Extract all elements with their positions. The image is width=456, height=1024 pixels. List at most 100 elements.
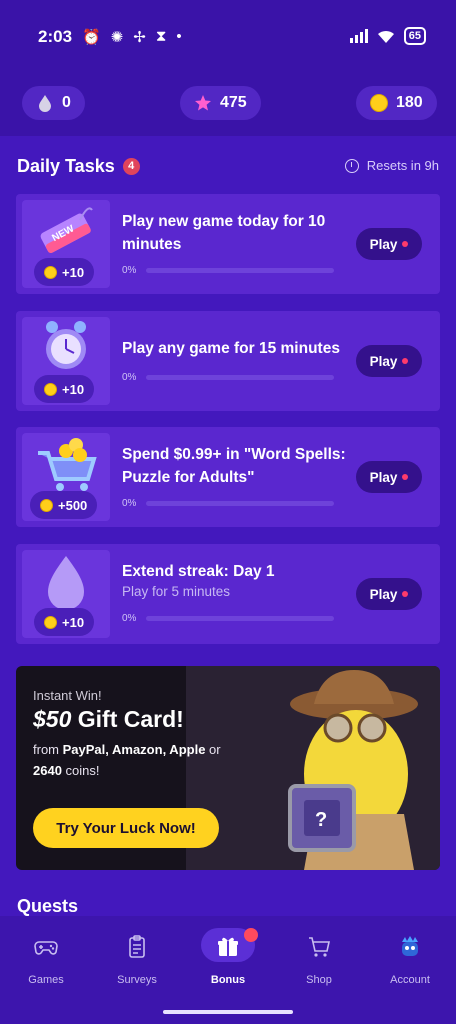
task-title: Play new game today for 10 minutes bbox=[122, 213, 326, 253]
progress-bar bbox=[146, 616, 334, 621]
promo-title: $50 Gift Card! bbox=[33, 706, 184, 733]
new-tag-icon: NEW bbox=[40, 207, 93, 254]
alarm-clock-icon bbox=[46, 321, 86, 369]
notification-dot bbox=[244, 928, 258, 942]
play-button[interactable]: Play bbox=[356, 345, 422, 377]
try-your-luck-button[interactable]: Try Your Luck Now! bbox=[33, 808, 219, 848]
pinwheel-icon: ✢ bbox=[133, 29, 146, 46]
alarm-icon: ⏰ bbox=[82, 29, 101, 46]
gift-icon bbox=[218, 937, 238, 956]
task-title: Spend $0.99+ in "Word Spells: Puzzle for… bbox=[122, 446, 346, 486]
nav-shop[interactable]: Shop bbox=[273, 926, 365, 1000]
play-button[interactable]: Play bbox=[356, 461, 422, 493]
nav-label: Shop bbox=[306, 974, 332, 986]
nav-label: Surveys bbox=[117, 974, 157, 986]
battery-icon: 65 bbox=[403, 27, 426, 45]
status-bar: 2:03 ⏰ ✺ ✢ ⧗ • 65 bbox=[0, 0, 456, 72]
task-subtitle: Play for 5 minutes bbox=[122, 584, 231, 599]
promo-kicker: Instant Win! bbox=[33, 688, 102, 703]
hourglass-icon: ⧗ bbox=[155, 28, 167, 45]
gamepad-icon bbox=[34, 941, 58, 955]
notification-dot bbox=[402, 241, 409, 247]
task-card[interactable]: +500 Spend $0.99+ in "Word Spells: Puzzl… bbox=[16, 427, 440, 527]
reward-badge: +10 bbox=[34, 608, 95, 636]
coin-icon bbox=[44, 615, 57, 629]
reward-value: +10 bbox=[62, 264, 85, 280]
progress-bar bbox=[146, 268, 334, 273]
status-time: 2:03 bbox=[38, 27, 73, 46]
reward-value: +10 bbox=[62, 381, 85, 397]
notification-dot bbox=[402, 591, 409, 597]
daily-tasks-header: Daily Tasks 4 bbox=[17, 156, 140, 177]
nav-label: Games bbox=[28, 974, 64, 986]
avatar-icon bbox=[402, 936, 418, 956]
task-card[interactable]: NEW +10 Play new game today for 10 minut… bbox=[16, 194, 440, 294]
home-indicator[interactable] bbox=[163, 1010, 293, 1014]
promo-or: or bbox=[205, 742, 221, 757]
stars-value: 475 bbox=[220, 94, 247, 111]
promo-amount: $50 bbox=[33, 706, 72, 732]
signal-icon bbox=[349, 29, 368, 43]
promo-line-brands: from PayPal, Amazon, Apple or bbox=[33, 742, 221, 757]
coin-icon bbox=[370, 94, 388, 112]
drops-value: 0 bbox=[62, 94, 71, 111]
reward-badge: +10 bbox=[34, 258, 95, 286]
play-label: Play bbox=[369, 236, 398, 252]
nav-bonus[interactable]: Bonus bbox=[182, 926, 274, 1000]
promo-brands: PayPal, Amazon, Apple bbox=[62, 742, 206, 757]
play-button[interactable]: Play bbox=[356, 578, 422, 610]
reward-badge: +10 bbox=[34, 375, 95, 403]
reward-value: +500 bbox=[58, 497, 88, 513]
nav-account[interactable]: Account bbox=[364, 926, 456, 1000]
stars-balance[interactable]: 475 bbox=[180, 86, 261, 120]
settings-icon: ✺ bbox=[110, 29, 124, 46]
coin-icon bbox=[44, 265, 57, 279]
task-title: Play any game for 15 minutes bbox=[122, 340, 340, 357]
clock-icon bbox=[344, 158, 359, 173]
play-button[interactable]: Play bbox=[356, 228, 422, 260]
task-card[interactable]: +10 Play any game for 15 minutes 0% Play bbox=[16, 311, 440, 411]
progress-label: 0% bbox=[122, 265, 137, 276]
currency-row: 0 475 180 bbox=[0, 86, 456, 122]
instant-win-banner[interactable]: ? Instant Win! $50 Gift Card! from PayPa… bbox=[16, 666, 440, 870]
star-icon bbox=[195, 95, 211, 111]
progress-label: 0% bbox=[122, 372, 137, 383]
dot-icon: • bbox=[176, 28, 182, 45]
daily-tasks-title: Daily Tasks bbox=[17, 156, 115, 176]
nav-surveys[interactable]: Surveys bbox=[91, 926, 183, 1000]
nav-label: Account bbox=[390, 974, 430, 986]
play-label: Play bbox=[369, 469, 398, 485]
coin-icon bbox=[44, 382, 57, 396]
reward-badge: +500 bbox=[30, 491, 98, 519]
bottom-nav: Games Surveys Bonus Shop Account bbox=[0, 916, 456, 1024]
nav-games[interactable]: Games bbox=[0, 926, 92, 1000]
coin-icon bbox=[40, 498, 53, 512]
promo-from: from bbox=[33, 742, 63, 757]
clipboard-icon bbox=[129, 935, 145, 958]
play-label: Play bbox=[369, 353, 398, 369]
coins-balance[interactable]: 180 bbox=[356, 86, 437, 120]
flame-drop-icon bbox=[48, 556, 84, 610]
task-title: Extend streak: Day 1 bbox=[122, 563, 275, 580]
quests-title: Quests bbox=[17, 896, 79, 916]
resets-label: Resets in 9h bbox=[366, 158, 439, 173]
nav-label: Bonus bbox=[210, 974, 246, 986]
progress-bar bbox=[146, 375, 334, 380]
drops-balance[interactable]: 0 bbox=[22, 86, 85, 120]
promo-coins-text: coins! bbox=[61, 763, 100, 778]
promo-coins-amount: 2640 bbox=[33, 763, 62, 778]
notification-dot bbox=[402, 474, 409, 480]
resets-timer: Resets in 9h bbox=[344, 158, 439, 173]
drop-icon bbox=[39, 95, 51, 112]
progress-bar bbox=[146, 501, 334, 506]
task-card[interactable]: +10 Extend streak: Day 1 Play for 5 minu… bbox=[16, 544, 440, 644]
svg-text:?: ? bbox=[315, 809, 327, 831]
status-right: 65 bbox=[349, 27, 426, 45]
shopping-cart-coins-icon bbox=[38, 438, 97, 491]
cart-icon bbox=[309, 937, 330, 957]
progress-label: 0% bbox=[122, 498, 137, 509]
task-count-badge: 4 bbox=[122, 158, 140, 175]
reward-value: +10 bbox=[62, 614, 85, 630]
notification-dot bbox=[402, 358, 409, 364]
promo-title-rest: Gift Card! bbox=[71, 706, 184, 732]
